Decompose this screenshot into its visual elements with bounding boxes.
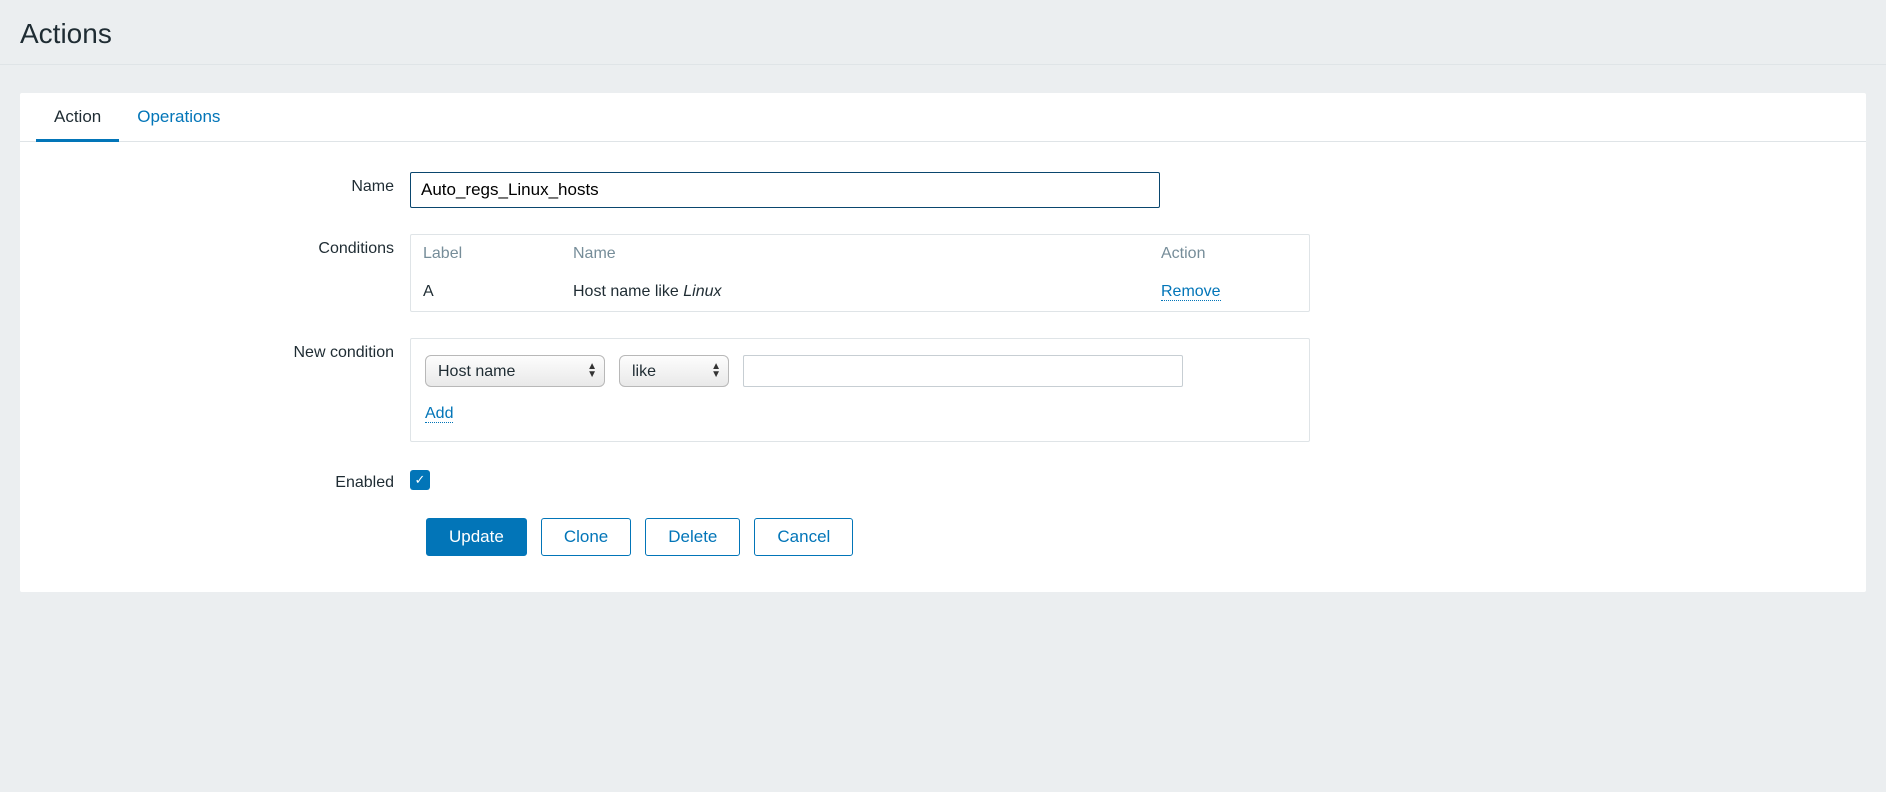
cond-header-name: Name — [561, 235, 1149, 273]
tab-operations[interactable]: Operations — [119, 93, 238, 142]
condition-name-cell: Host name like Linux — [561, 273, 1149, 311]
update-button[interactable]: Update — [426, 518, 527, 556]
clone-button[interactable]: Clone — [541, 518, 631, 556]
header-divider — [0, 64, 1886, 65]
condition-row: A Host name like Linux Remove — [411, 273, 1309, 311]
condition-operator-select[interactable]: like — [619, 355, 729, 387]
buttons-row: Update Clone Delete Cancel — [426, 518, 1836, 556]
tab-bar: Action Operations — [20, 93, 1866, 142]
new-condition-box: Host name ▲▼ like — [410, 338, 1310, 442]
label-enabled: Enabled — [50, 468, 410, 492]
page-title: Actions — [20, 18, 1886, 50]
label-new-condition: New condition — [50, 338, 410, 362]
form-body: Name Conditions Label Name — [20, 142, 1866, 592]
condition-value-input[interactable] — [743, 355, 1183, 387]
cancel-button[interactable]: Cancel — [754, 518, 853, 556]
cond-header-label: Label — [411, 235, 561, 273]
cond-header-action: Action — [1149, 235, 1309, 273]
remove-condition-link[interactable]: Remove — [1161, 283, 1221, 301]
condition-type-select[interactable]: Host name — [425, 355, 605, 387]
label-conditions: Conditions — [50, 234, 410, 258]
row-enabled: Enabled ✓ — [50, 468, 1836, 492]
add-condition-link[interactable]: Add — [425, 405, 453, 423]
main-panel: Action Operations Name Conditions — [20, 93, 1866, 592]
delete-button[interactable]: Delete — [645, 518, 740, 556]
condition-name-value: Linux — [683, 283, 721, 300]
label-name: Name — [50, 172, 410, 196]
tab-action[interactable]: Action — [36, 93, 119, 142]
check-icon: ✓ — [415, 472, 426, 488]
condition-label-cell: A — [411, 273, 561, 311]
conditions-table: Label Name Action A Host name like Linux — [411, 235, 1309, 311]
conditions-box: Label Name Action A Host name like Linux — [410, 234, 1310, 312]
name-input[interactable] — [410, 172, 1160, 208]
row-conditions: Conditions Label Name Action — [50, 234, 1836, 312]
enabled-checkbox[interactable]: ✓ — [410, 470, 430, 490]
condition-name-prefix: Host name like — [573, 283, 683, 300]
row-name: Name — [50, 172, 1836, 208]
row-new-condition: New condition Host name ▲▼ — [50, 338, 1836, 442]
